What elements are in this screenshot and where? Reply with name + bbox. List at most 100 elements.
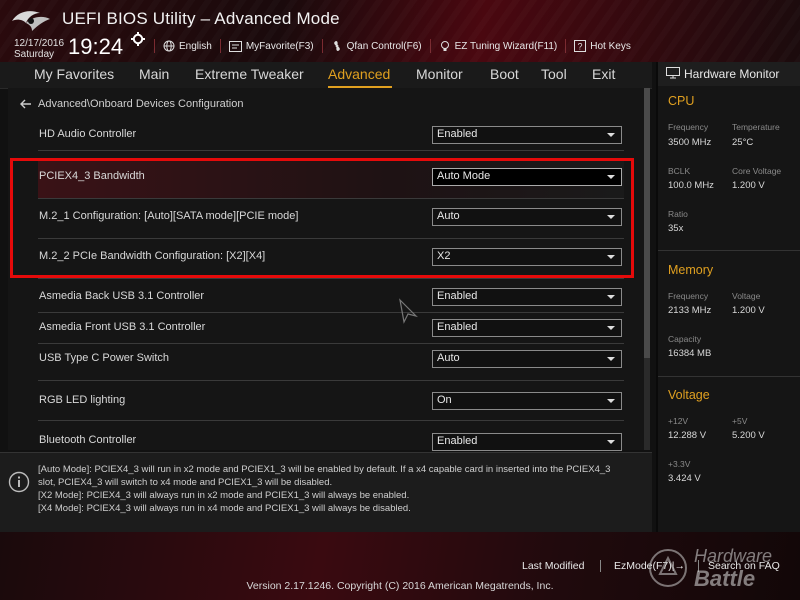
tab-advanced[interactable]: Advanced [328, 66, 390, 82]
ratio-label: Ratio [668, 209, 688, 219]
qfan-label: Qfan Control(F6) [346, 40, 422, 52]
tab-my-favorites[interactable]: My Favorites [34, 66, 114, 82]
rgb-led-select[interactable]: On [432, 392, 622, 410]
bulb-icon [440, 41, 449, 51]
tab-main[interactable]: Main [139, 66, 169, 82]
monitor-icon [666, 67, 680, 79]
tab-tool[interactable]: Tool [541, 66, 567, 82]
setting-row-asmedia-back-usb[interactable]: Asmedia Back USB 3.1 Controller Enabled [38, 286, 624, 313]
help-icon: ? [574, 40, 587, 52]
title-bar: UEFI BIOS Utility – Advanced Mode 12/17/… [0, 0, 800, 62]
select-value: Enabled [437, 290, 478, 302]
select-value: On [437, 394, 452, 406]
qfan-control-button[interactable]: Qfan Control(F6) [321, 39, 430, 53]
help-line: [X2 Mode]: PCIEX4_3 will always run in x… [38, 490, 410, 501]
myfavorite-button[interactable]: MyFavorite(F3) [219, 39, 322, 53]
gear-icon[interactable] [131, 32, 145, 46]
asmedia-back-usb-select[interactable]: Enabled [432, 288, 622, 306]
v12-value: 12.288 V [668, 430, 707, 441]
language-button[interactable]: English [154, 39, 220, 53]
capacity-value: 16384 MB [668, 348, 712, 359]
v5-value: 5.200 V [732, 430, 765, 441]
voltage-heading: Voltage [668, 388, 710, 402]
setting-row-usb-type-c-power[interactable]: USB Type C Power Switch Auto [38, 348, 624, 381]
rog-logo-icon [12, 11, 50, 31]
setting-label: Asmedia Front USB 3.1 Controller [39, 321, 206, 333]
scrollbar-thumb[interactable] [644, 88, 650, 358]
core-voltage-value: 1.200 V [732, 180, 765, 191]
hd-audio-select[interactable]: Enabled [432, 126, 622, 144]
v33-label: +3.3V [668, 459, 691, 469]
globe-icon [163, 40, 175, 52]
asmedia-front-usb-select[interactable]: Enabled [432, 319, 622, 337]
date-text: 12/17/2016 [14, 38, 65, 49]
date-display: 12/17/2016 Saturday [14, 38, 64, 60]
ratio-value: 35x [668, 223, 684, 234]
tab-monitor[interactable]: Monitor [416, 66, 463, 82]
app-title: UEFI BIOS Utility – Advanced Mode [62, 9, 340, 28]
breadcrumb[interactable]: Advanced\Onboard Devices Configuration [20, 98, 243, 110]
ez-tuning-wizard-button[interactable]: EZ Tuning Wizard(F11) [429, 39, 566, 53]
language-label: English [179, 40, 212, 52]
setting-label: USB Type C Power Switch [39, 352, 170, 364]
help-text: [Auto Mode]: PCIEX4_3 will run in x2 mod… [38, 463, 644, 515]
core-voltage-label: Core Voltage [732, 166, 782, 176]
setting-row-rgb-led[interactable]: RGB LED lighting On [38, 388, 624, 421]
clock-display: 19:24 [68, 34, 124, 59]
fan-icon [333, 41, 340, 51]
tab-boot[interactable]: Boot [490, 66, 519, 82]
setting-row-hd-audio[interactable]: HD Audio Controller Enabled [38, 124, 624, 151]
chevron-down-icon [607, 295, 615, 299]
chevron-down-icon [607, 357, 615, 361]
bluetooth-select[interactable]: Enabled [432, 433, 622, 451]
section-divider [658, 250, 800, 251]
highlight-box [10, 158, 634, 278]
chevron-down-icon [607, 133, 615, 137]
version-text: Version 2.17.1246. Copyright (C) 2016 Am… [246, 580, 554, 592]
back-arrow-icon[interactable] [20, 99, 32, 109]
section-divider [658, 376, 800, 377]
last-modified-button[interactable]: Last Modified [522, 560, 584, 572]
footer-bar: Last Modified EzMode(F7)|→ Search on FAQ… [0, 532, 800, 600]
setting-label: Bluetooth Controller [39, 434, 137, 446]
hardware-monitor-title: Hardware Monitor [684, 67, 780, 81]
setting-row-bluetooth[interactable]: Bluetooth Controller Enabled [38, 428, 624, 451]
help-line: [X4 Mode]: PCIEX4_3 will always run in x… [38, 503, 411, 514]
v12-label: +12V [668, 416, 689, 426]
settings-scrollbar[interactable] [644, 88, 650, 450]
select-value: Auto [437, 352, 460, 364]
setting-label: HD Audio Controller [39, 128, 137, 140]
setting-label: Asmedia Back USB 3.1 Controller [39, 290, 205, 302]
hot-keys-button[interactable]: ? Hot Keys [565, 39, 639, 53]
help-line: slot, PCIEX4_3 will switch to x4 mode an… [38, 477, 333, 488]
top-toolbar: English MyFavorite(F3) Qfan Control(F6) … [154, 37, 639, 55]
setting-row-asmedia-front-usb[interactable]: Asmedia Front USB 3.1 Controller Enabled [38, 317, 624, 344]
usb-type-c-power-select[interactable]: Auto [432, 350, 622, 368]
memory-frequency-value: 2133 MHz [668, 305, 712, 316]
favorite-icon [228, 40, 242, 52]
tab-exit[interactable]: Exit [592, 66, 615, 82]
help-panel: [Auto Mode]: PCIEX4_3 will run in x2 mod… [0, 452, 652, 533]
memory-voltage-label: Voltage [732, 291, 761, 301]
memory-frequency-label: Frequency [668, 291, 709, 301]
cpu-heading: CPU [668, 94, 695, 108]
main-menu-tabs: My Favorites Main Extreme Tweaker Advanc… [0, 62, 652, 89]
memory-voltage-value: 1.200 V [732, 305, 765, 316]
tab-extreme-tweaker[interactable]: Extreme Tweaker [195, 66, 304, 82]
bclk-value: 100.0 MHz [668, 180, 714, 191]
hot-keys-label: Hot Keys [590, 40, 631, 52]
help-line: [Auto Mode]: PCIEX4_3 will run in x2 mod… [38, 464, 611, 475]
chevron-down-icon [607, 440, 615, 444]
cpu-frequency-value: 3500 MHz [668, 137, 712, 148]
v5-label: +5V [732, 416, 748, 426]
footer-divider [600, 560, 601, 572]
mouse-cursor-icon [399, 298, 418, 324]
hardware-monitor-panel: Hardware Monitor CPU Frequency Temperatu… [656, 62, 800, 534]
watermark-text-hardware: Hardware [694, 546, 773, 566]
day-text: Saturday [14, 49, 55, 60]
info-icon [8, 471, 30, 493]
capacity-label: Capacity [668, 334, 702, 344]
breadcrumb-path: Advanced\Onboard Devices Configuration [38, 98, 244, 110]
chevron-down-icon [607, 399, 615, 403]
cpu-temperature-value: 25°C [732, 137, 754, 148]
